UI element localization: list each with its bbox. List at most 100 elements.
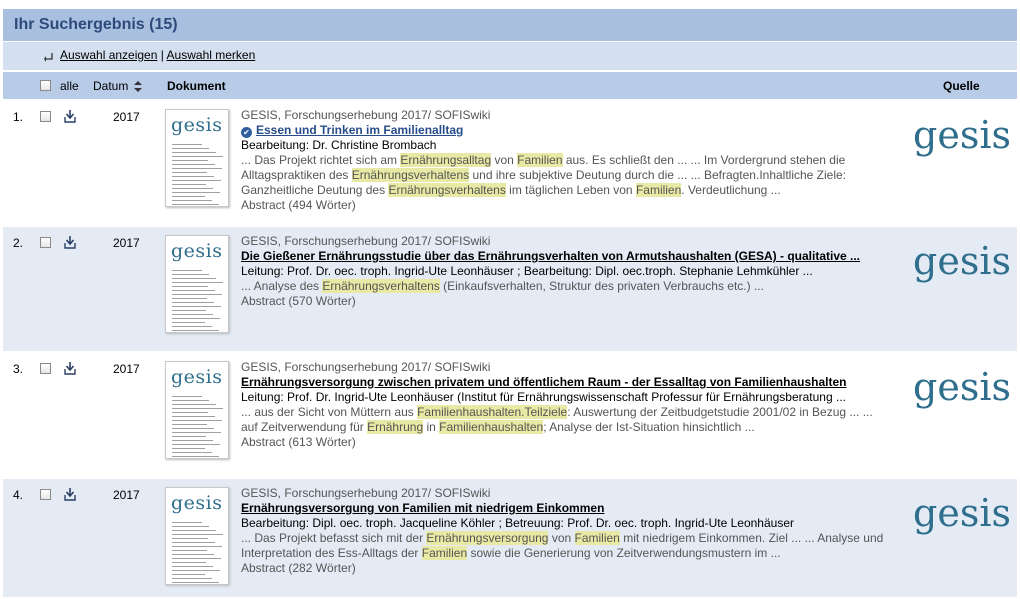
result-persons: Leitung: Prof. Dr. oec. troph. Ingrid-Ut…: [241, 264, 813, 278]
document-column-header: Dokument: [167, 79, 226, 93]
result-row: 3. 2017 gesis GESIS, Forschungserhebung 201…: [3, 353, 1017, 477]
result-source: GESIS, Forschungserhebung 2017/ SOFISwik…: [241, 234, 491, 248]
result-persons: Leitung: Prof. Dr. Ingrid-Ute Leonhäuser…: [241, 390, 846, 404]
result-content: GESIS, Forschungserhebung 2017/ SOFISwik…: [241, 486, 891, 576]
snippet-text: ... Analyse des: [241, 279, 323, 293]
result-year: 2017: [113, 362, 140, 376]
result-checkbox[interactable]: [40, 489, 51, 500]
download-icon[interactable]: [64, 487, 76, 501]
result-content: GESIS, Forschungserhebung 2017/ SOFISwik…: [241, 234, 891, 309]
snippet-text: . Verdeutlichung ...: [681, 183, 781, 197]
highlighted-term: Familien: [574, 531, 620, 545]
highlighted-term: Ernährungsalltag: [400, 153, 492, 167]
sort-icon[interactable]: [133, 81, 143, 92]
highlighted-term: Familien: [421, 546, 468, 560]
result-snippet: ... Das Projekt befasst sich mit der Ern…: [241, 531, 891, 561]
result-number: 3.: [13, 362, 24, 376]
snippet-text: sowie die Generierung von Zeitverwendung…: [467, 546, 781, 560]
result-source: GESIS, Forschungserhebung 2017/ SOFISwik…: [241, 360, 491, 374]
column-header: alle Datum Dokument Quelle: [3, 72, 1017, 99]
result-checkbox[interactable]: [40, 237, 51, 248]
result-title-link[interactable]: Die Gießener Ernährungsstudie über das E…: [241, 249, 860, 263]
date-column-header[interactable]: Datum: [93, 79, 128, 93]
select-all-label: alle: [60, 79, 79, 93]
thumbnail-text-lines: [172, 270, 224, 332]
download-icon[interactable]: [64, 235, 76, 249]
snippet-text: in: [423, 420, 440, 434]
result-title-link[interactable]: Essen und Trinken im Familienalltag: [256, 123, 463, 137]
thumbnail-gesis-logo: gesis: [171, 366, 223, 388]
thumbnail-gesis-logo: gesis: [171, 114, 223, 136]
document-thumbnail[interactable]: gesis: [165, 361, 229, 459]
search-results-page: Ihr Suchergebnis (15) Auswahl anzeigen |…: [0, 0, 1020, 599]
highlighted-term: Familienhaushalten: [439, 420, 544, 434]
thumbnail-gesis-logo: gesis: [171, 492, 223, 514]
document-thumbnail[interactable]: gesis: [165, 487, 229, 585]
remember-selection-link[interactable]: Auswahl merken: [167, 48, 256, 62]
snippet-text: ; Analyse der Ist-Situation hinsichtlich…: [543, 420, 755, 434]
highlighted-term: Ernährung: [367, 420, 424, 434]
thumbnail-text-lines: [172, 144, 224, 206]
result-title-link[interactable]: Ernährungsversorgung von Familien mit ni…: [241, 501, 604, 515]
result-snippet: ... Das Projekt richtet sich am Ernährun…: [241, 153, 891, 198]
abstract-word-count: Abstract (570 Wörter): [241, 294, 356, 308]
selection-actions: Auswahl anzeigen | Auswahl merken: [60, 48, 255, 62]
snippet-text: ... Das Projekt befasst sich mit der: [241, 531, 427, 545]
result-content: GESIS, Forschungserhebung 2017/ SOFISwik…: [241, 360, 891, 450]
result-row: 2. 2017 gesis GESIS, Forschungserhebung 201…: [3, 227, 1017, 351]
source-gesis-logo[interactable]: gesis: [913, 239, 1011, 283]
result-source: GESIS, Forschungserhebung 2017/ SOFISwik…: [241, 108, 491, 122]
source-gesis-logo[interactable]: gesis: [913, 491, 1011, 535]
download-icon[interactable]: [64, 361, 76, 375]
abstract-word-count: Abstract (613 Wörter): [241, 435, 356, 449]
result-row: 1. 2017 gesis GESIS, Forschungserhebung 201…: [3, 101, 1017, 225]
result-checkbox[interactable]: [40, 111, 51, 122]
result-year: 2017: [113, 488, 140, 502]
highlighted-term: Familienhaushalten.Teilziele: [417, 405, 568, 419]
snippet-text: ... Das Projekt richtet sich am: [241, 153, 401, 167]
abstract-word-count: Abstract (494 Wörter): [241, 198, 356, 212]
verified-check-icon: ✔: [241, 127, 252, 138]
result-source: GESIS, Forschungserhebung 2017/ SOFISwik…: [241, 486, 491, 500]
highlighted-term: Familien: [517, 153, 563, 167]
abstract-word-count: Abstract (282 Wörter): [241, 561, 356, 575]
result-persons: Bearbeitung: Dipl. oec. troph. Jacquelin…: [241, 516, 794, 530]
highlighted-term: Familien: [635, 183, 682, 197]
source-gesis-logo[interactable]: gesis: [913, 113, 1011, 157]
result-number: 1.: [13, 110, 24, 124]
download-icon[interactable]: [64, 109, 76, 123]
result-title-link[interactable]: Ernährungsversorgung zwischen privatem u…: [241, 375, 846, 389]
snippet-text: (Einkaufsverhalten, Struktur des private…: [439, 279, 764, 293]
snippet-text: im täglichen Leben von: [505, 183, 636, 197]
highlighted-term: Ernährungsverhaltens: [388, 183, 506, 197]
actions-separator: |: [160, 48, 164, 62]
thumbnail-text-lines: [172, 396, 224, 458]
select-all-checkbox[interactable]: [40, 80, 51, 91]
highlighted-term: Ernährungsverhaltens: [322, 279, 440, 293]
document-thumbnail[interactable]: gesis: [165, 235, 229, 333]
highlighted-term: Ernährungsversorgung: [426, 531, 549, 545]
snippet-text: von: [548, 531, 575, 545]
result-number: 2.: [13, 236, 24, 250]
result-number: 4.: [13, 488, 24, 502]
result-snippet: ... Analyse des Ernährungsverhaltens (Ei…: [241, 279, 891, 294]
result-persons: Bearbeitung: Dr. Christine Brombach: [241, 138, 437, 152]
result-year: 2017: [113, 110, 140, 124]
highlighted-term: Ernährungsverhaltens: [351, 168, 470, 182]
source-gesis-logo[interactable]: gesis: [913, 365, 1011, 409]
show-selection-link[interactable]: Auswahl anzeigen: [60, 48, 157, 62]
result-year: 2017: [113, 236, 140, 250]
snippet-text: ... aus der Sicht von Müttern aus: [241, 405, 418, 419]
selection-action-bar: Auswahl anzeigen | Auswahl merken: [3, 42, 1017, 70]
document-thumbnail[interactable]: gesis: [165, 109, 229, 207]
thumbnail-gesis-logo: gesis: [171, 240, 223, 262]
result-checkbox[interactable]: [40, 363, 51, 374]
result-content: GESIS, Forschungserhebung 2017/ SOFISwik…: [241, 108, 891, 213]
thumbnail-text-lines: [172, 522, 224, 584]
result-row: 4. 2017 gesis GESIS, Forschungserhebung 201…: [3, 479, 1017, 597]
source-column-header: Quelle: [943, 79, 980, 93]
results-header: Ihr Suchergebnis (15): [3, 9, 1017, 42]
result-snippet: ... aus der Sicht von Müttern aus Famili…: [241, 405, 891, 435]
arrow-down-left-icon: [44, 53, 53, 62]
snippet-text: von: [491, 153, 518, 167]
